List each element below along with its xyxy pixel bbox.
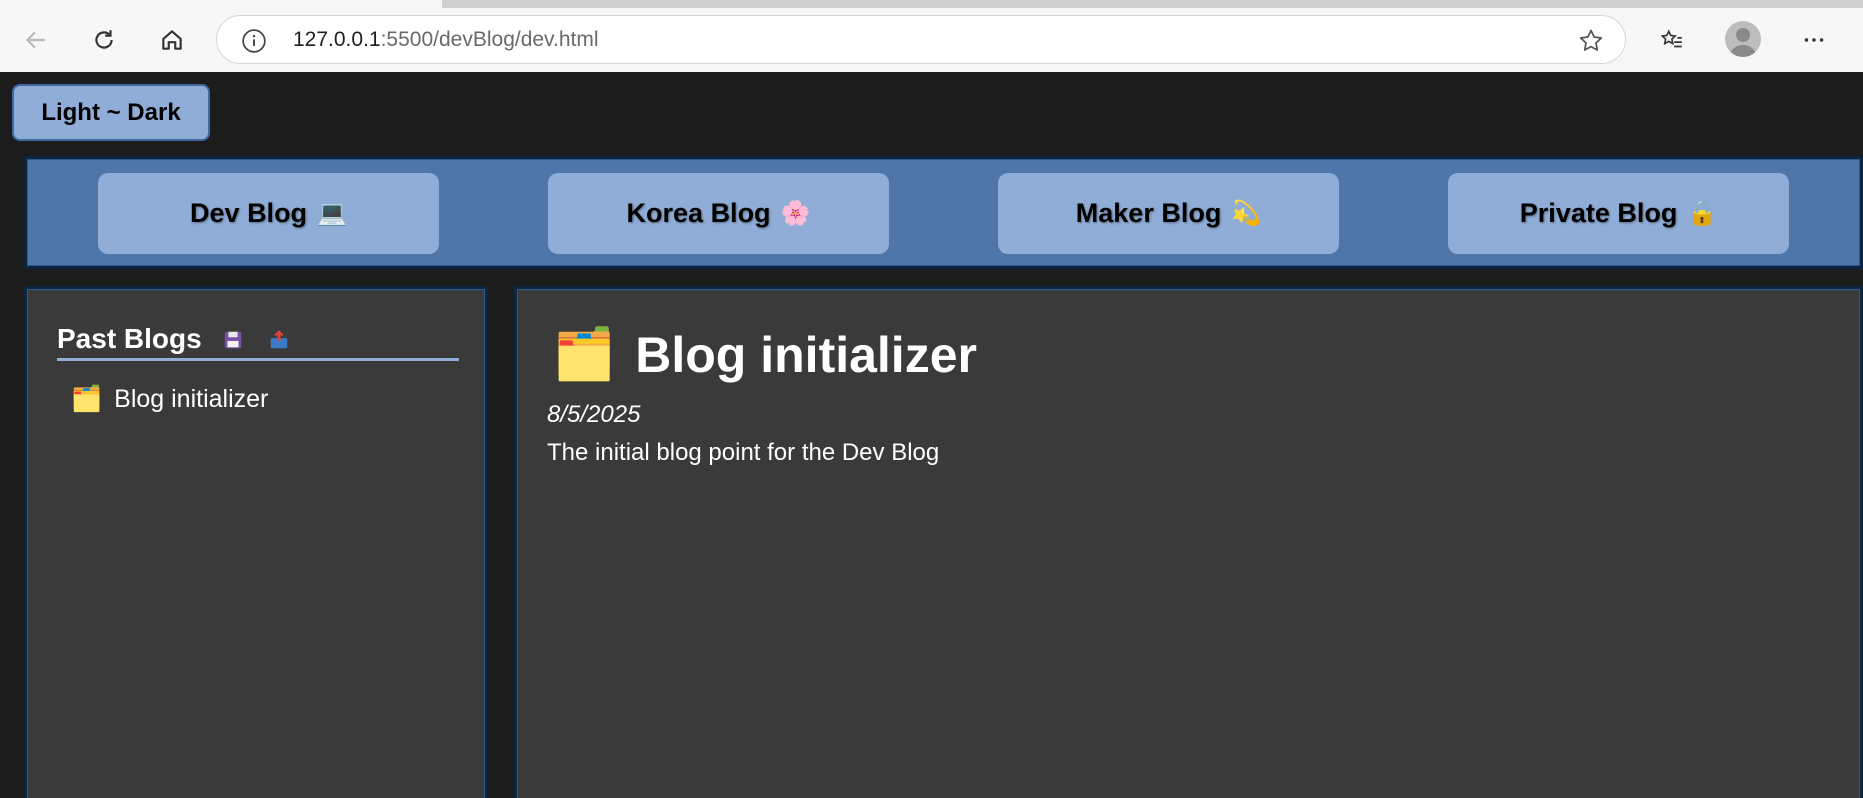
tab-strip: [70, 0, 1863, 8]
nav-dev-blog-button[interactable]: Dev Blog 💻: [98, 173, 439, 254]
url-path: :5500/devBlog/dev.html: [380, 28, 599, 51]
laptop-icon: 💻: [317, 200, 347, 227]
nav-maker-blog-button[interactable]: Maker Blog 💫: [998, 173, 1339, 254]
sidebar-title: Past Blogs: [57, 323, 202, 354]
post-date: 8/5/2025: [547, 401, 641, 428]
reload-button[interactable]: [84, 20, 124, 60]
list-item[interactable]: 🗂️ Blog initializer: [71, 385, 268, 414]
page-viewport: Light ~ Dark Dev Blog 💻 Korea Blog 🌸 Mak…: [0, 72, 1863, 798]
post-description: The initial blog point for the Dev Blog: [547, 439, 940, 466]
user-icon: [1729, 28, 1757, 57]
active-tab[interactable]: [70, 0, 442, 8]
favorite-star-icon[interactable]: [1577, 27, 1605, 55]
blog-nav: Dev Blog 💻 Korea Blog 🌸 Maker Blog 💫 Pri…: [24, 156, 1863, 269]
save-icon[interactable]: [218, 325, 248, 355]
past-blogs-sidebar: Past Blogs 🗂️ Blog initializer: [24, 286, 488, 798]
dizzy-star-icon: 💫: [1231, 200, 1262, 227]
post-panel: 🗂️ Blog initializer 8/5/2025 The initial…: [514, 286, 1863, 798]
theme-toggle-button[interactable]: Light ~ Dark: [12, 84, 210, 141]
blossom-icon: 🌸: [780, 200, 811, 227]
lock-icon: 🔒: [1687, 200, 1718, 227]
folder-tabs-icon: 🗂️: [553, 326, 616, 382]
post-title-text: Blog initializer: [635, 326, 977, 383]
nav-private-blog-button[interactable]: Private Blog 🔒: [1448, 173, 1789, 254]
list-item-label: Blog initializer: [114, 385, 269, 413]
profile-avatar[interactable]: [1725, 21, 1761, 57]
nav-dev-blog-label: Dev Blog: [190, 198, 308, 228]
home-icon: [162, 30, 182, 50]
nav-korea-blog-label: Korea Blog: [626, 198, 771, 228]
site-info-icon[interactable]: [241, 28, 267, 54]
sidebar-header: Past Blogs: [57, 323, 459, 361]
upload-icon[interactable]: [264, 325, 294, 355]
back-arrow-icon: [25, 31, 45, 49]
address-bar[interactable]: 127.0.0.1:5500/devBlog/dev.html: [216, 15, 1626, 64]
browser-chrome: 127.0.0.1:5500/devBlog/dev.html: [0, 0, 1863, 72]
url-host: 127.0.0.1: [293, 28, 381, 51]
favorites-button[interactable]: [1652, 20, 1692, 60]
back-button[interactable]: [16, 20, 56, 60]
folder-tabs-icon: 🗂️: [71, 385, 103, 413]
post-title: 🗂️ Blog initializer: [553, 325, 977, 384]
url-text[interactable]: 127.0.0.1:5500/devBlog/dev.html: [293, 28, 599, 52]
nav-maker-blog-label: Maker Blog: [1075, 198, 1222, 228]
favorites-list-icon: [1660, 29, 1682, 48]
more-dots-icon: [1804, 38, 1824, 42]
reload-icon: [95, 30, 113, 49]
nav-korea-blog-button[interactable]: Korea Blog 🌸: [548, 173, 889, 254]
more-menu-button[interactable]: [1794, 20, 1834, 60]
nav-private-blog-label: Private Blog: [1519, 198, 1678, 228]
home-button[interactable]: [152, 20, 192, 60]
